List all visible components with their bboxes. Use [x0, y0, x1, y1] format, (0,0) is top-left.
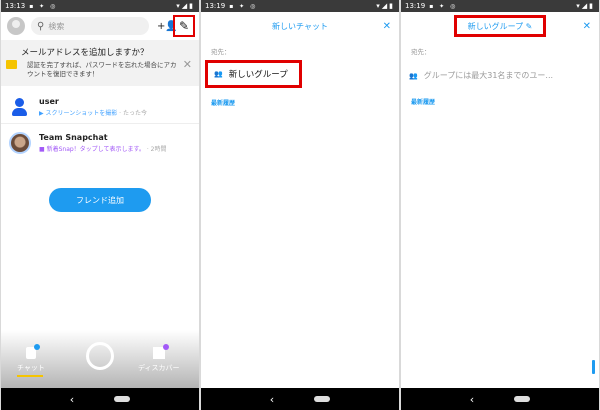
status-bar: 13:19 ▪ ✦ ◎ ▾◢▮ — [201, 0, 399, 12]
group-icon: 👥 — [409, 71, 418, 80]
home-icon[interactable] — [314, 396, 331, 402]
tab-chat[interactable]: チャット — [17, 344, 45, 377]
chat-name: Team Snapchat — [39, 133, 108, 142]
status-bar: 13:19 ▪ ✦ ◎ ▾◢▮ — [401, 0, 599, 12]
screenshot-composite: 13:13 ▪ ✦ ◎ ▾◢▮ ⚲ 検索 +👤 ✎ メールアドレスを追加しますか… — [0, 0, 600, 410]
to-label: 宛先： — [411, 48, 431, 56]
recent-header: 最新履歴 — [411, 99, 436, 106]
new-group-button[interactable]: 👥 新しいグループ — [205, 60, 302, 88]
status-time: 13:19 — [205, 2, 226, 10]
header: 新しいチャット ✕ — [201, 12, 399, 40]
new-group-label: 新しいグループ — [228, 70, 288, 80]
home-icon[interactable] — [114, 396, 131, 402]
profile-avatar[interactable] — [7, 17, 25, 35]
status-time: 13:19 — [405, 2, 426, 10]
search-placeholder: 検索 — [48, 21, 65, 31]
group-icon: 👥 — [214, 70, 223, 78]
search-icon: ⚲ — [37, 20, 45, 32]
search-input[interactable]: ⚲ 検索 — [31, 17, 149, 35]
new-group-screen: 13:19 ▪ ✦ ◎ ▾◢▮ ✕ 新しいグループ ✎ 宛先： 👥 グループには… — [401, 0, 599, 410]
camera-shutter-button[interactable] — [86, 342, 114, 370]
chat-status: ■ 新着Snap！タップして表示します。 · 2時間 — [39, 146, 167, 153]
back-icon[interactable]: ‹ — [270, 393, 274, 406]
android-nav-bar: ‹ — [201, 388, 399, 410]
new-chat-screen: 13:19 ▪ ✦ ◎ ▾◢▮ 新しいチャット ✕ 宛先： 👥 新しいグループ … — [201, 0, 399, 410]
close-icon[interactable]: ✕ — [183, 58, 192, 71]
tab-chat-label: チャット — [17, 364, 45, 372]
banner-title: メールアドレスを追加しますか？ — [21, 48, 149, 58]
scroll-indicator[interactable] — [592, 360, 595, 374]
status-time: 13:13 — [5, 2, 26, 10]
close-icon[interactable]: ✕ — [383, 21, 391, 32]
close-icon[interactable]: ✕ — [583, 21, 591, 32]
new-chat-icon: ✎ — [178, 19, 190, 33]
pencil-icon: ✎ — [523, 21, 533, 31]
top-bar: ⚲ 検索 +👤 ✎ — [1, 12, 199, 40]
tab-discover[interactable]: ディスカバー — [138, 344, 180, 373]
avatar — [9, 95, 31, 118]
signal-battery-icon: ▾◢▮ — [176, 2, 195, 10]
notification-icons: ▪ ✦ ◎ — [29, 2, 58, 10]
home-icon[interactable] — [514, 396, 531, 402]
chat-list-screen: 13:13 ▪ ✦ ◎ ▾◢▮ ⚲ 検索 +👤 ✎ メールアドレスを追加しますか… — [1, 0, 199, 410]
chat-name: user — [39, 96, 59, 106]
chat-row-user[interactable]: user ▶ スクリーンショットを撮影 · たった今 — [1, 90, 199, 124]
new-chat-button[interactable]: ✎ — [173, 15, 195, 37]
page-title: 新しいグループ — [467, 21, 524, 31]
chat-status: ▶ スクリーンショットを撮影 · たった今 — [39, 109, 147, 117]
group-name-title-button[interactable]: 新しいグループ ✎ — [454, 15, 546, 37]
email-icon — [6, 60, 17, 69]
recent-header: 最新履歴 — [211, 100, 236, 107]
page-title: 新しいチャット — [272, 21, 328, 31]
recipient-hint: グループには最大31名までのユー... — [423, 71, 554, 80]
discover-icon — [152, 344, 169, 359]
add-friend-button[interactable]: フレンド追加 — [49, 188, 151, 212]
notification-icons: ▪ ✦ ◎ — [229, 2, 258, 10]
avatar — [9, 132, 31, 154]
recipient-input[interactable]: 👥 グループには最大31名までのユー... — [409, 70, 553, 81]
back-icon[interactable]: ‹ — [70, 393, 74, 406]
status-bar: 13:13 ▪ ✦ ◎ ▾◢▮ — [1, 0, 199, 12]
chat-icon — [25, 344, 40, 359]
back-icon[interactable]: ‹ — [470, 393, 474, 406]
android-nav-bar: ‹ — [1, 388, 199, 410]
notification-icons: ▪ ✦ ◎ — [429, 2, 458, 10]
signal-battery-icon: ▾◢▮ — [576, 2, 595, 10]
add-email-banner[interactable]: メールアドレスを追加しますか？ 認証を完了すれば、パスワードを忘れた場合にアカウ… — [1, 40, 199, 86]
signal-battery-icon: ▾◢▮ — [376, 2, 395, 10]
to-label: 宛先： — [211, 48, 231, 56]
tab-discover-label: ディスカバー — [138, 364, 180, 372]
android-nav-bar: ‹ — [401, 388, 599, 410]
chat-row-team-snapchat[interactable]: Team Snapchat ■ 新着Snap！タップして表示します。 · 2時間 — [1, 126, 199, 160]
banner-body: 認証を完了すれば、パスワードを忘れた場合にアカウントを復旧できます！ — [27, 61, 177, 78]
active-tab-indicator — [17, 375, 43, 377]
